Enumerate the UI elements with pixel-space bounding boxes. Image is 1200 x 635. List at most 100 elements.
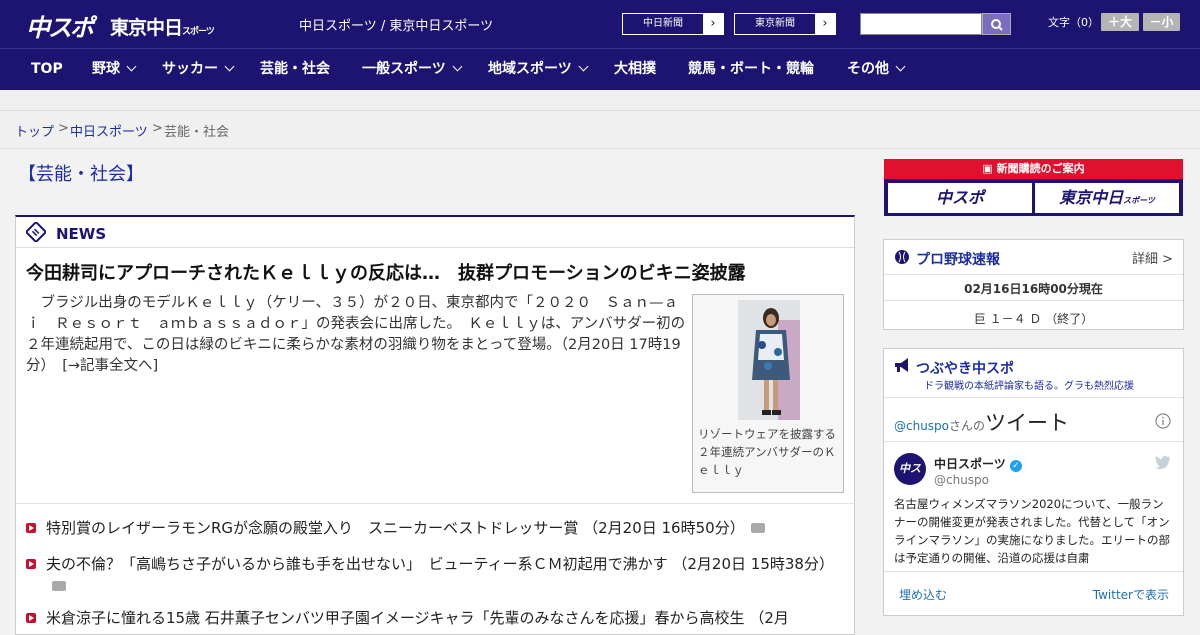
nav-label: 大相撲 [614,61,656,77]
top-story-headline[interactable]: 今田耕司にアプローチされたＫｅｌｌｙの反応は… 抜群プロモーションのビキニ姿披露 [26,259,846,285]
subscription-banner[interactable]: ▣ 新聞購読のご案内 中スポ 東京中日スポーツ [884,159,1183,216]
search-input[interactable] [860,13,982,35]
twitter-handle-link[interactable]: @chuspo [894,419,949,433]
nav-item-local-sports[interactable]: 地域スポーツ [488,49,589,91]
divider [884,300,1183,301]
nav-label: 野球 [92,61,120,77]
nav-item-top[interactable]: TOP [31,49,63,91]
breadcrumb-separator: > [152,121,163,136]
nav-label: サッカー [162,61,218,77]
chuspo-logo[interactable]: 中スポ [26,8,94,43]
tokyo-logo-text: 東京中日 [110,17,183,39]
tweets-widget: つぶやき中スポ ドラ観戦の本紙評論家も語る。グラも熱烈応援 @chuspoさんの… [883,348,1184,616]
camera-icon [52,581,66,591]
baseball-detail-link[interactable]: 詳細 > [1132,248,1173,267]
megaphone-icon [895,358,908,372]
bullet-arrow-icon [26,559,36,569]
top-bar: 中スポ 東京中日スポーツ 中日スポーツ / 東京中日スポーツ 中日新聞 › 東京… [0,0,1200,48]
chevron-down-icon [578,61,589,72]
subscription-title-text: 新聞購読のご案内 [996,162,1085,175]
text-size-label: 文字（0） [1048,16,1099,29]
subscription-title: ▣ 新聞購読のご案内 [884,159,1183,179]
twitter-timeline-header: @chuspoさんのツイート [894,407,1069,437]
news-item-text: 夫の不倫？「高嶋ちさ子がいるから誰も手を出せない」 ビューティー系ＣＭ初起用で沸… [46,555,834,573]
search-icon [991,19,1003,31]
info-icon[interactable] [1155,413,1171,429]
header-spacer [0,90,1200,111]
nav-label: その他 [847,61,889,77]
chunichi-shimbun-label: 中日新聞 [643,18,683,29]
news-label: NEWS [56,225,107,243]
tweet-account-name[interactable]: 中日スポーツ ✓ [934,455,1022,472]
bullet-arrow-icon [26,613,36,623]
view-on-twitter-link[interactable]: Twitterで表示 [1093,586,1169,603]
nav-label: 一般スポーツ [362,61,446,77]
tweet-account-handle[interactable]: @chuspo [934,473,989,487]
tweet-account-name-text: 中日スポーツ [934,457,1006,471]
chuspo-subscribe-button[interactable]: 中スポ [888,183,1032,213]
nav-item-soccer[interactable]: サッカー [162,49,235,91]
news-list-item[interactable]: 夫の不倫？「高嶋ちさ子がいるから誰も手を出せない」 ビューティー系ＣＭ初起用で沸… [26,553,846,597]
chunichi-shimbun-link[interactable]: 中日新聞 › [622,13,724,35]
tokyo-shimbun-link[interactable]: 東京新聞 › [734,13,836,35]
chevron-down-icon [126,61,137,72]
avatar[interactable]: 中ス [894,453,926,485]
top-story-photo-box[interactable]: リゾートウェアを披露する２年連続アンバサダーのＫｅｌｌｙ [692,294,844,493]
divider [884,274,1183,275]
baseball-score[interactable]: 巨 １－４ Ｄ （終了） [884,310,1183,327]
baseball-timestamp: 02月16日16時00分現在 [964,282,1103,296]
news-item-text: 米倉涼子に憧れる15歳 石井薫子センバツ甲子園イメージキャラ「先輩のみなさんを応… [46,609,789,627]
nav-item-other[interactable]: その他 [847,49,906,91]
tweets-widget-subtitle: ドラ観戦の本紙評論家も語る。グラも熱烈応援 [924,381,1134,392]
breadcrumb: トップ > 中日スポーツ > 芸能・社会 [0,111,1200,149]
model-photo-illustration [738,300,800,420]
tweets-word: ツイート [985,411,1070,435]
baseball-scores-widget: プロ野球速報 詳細 > 02月16日16時00分現在 巨 １－４ Ｄ （終了） [883,239,1184,330]
bullet-arrow-icon [26,523,36,533]
top-story-photo[interactable] [738,300,800,420]
breadcrumb-chuspo[interactable]: 中日スポーツ [70,121,148,140]
nav-item-entertainment[interactable]: 芸能・社会 [260,49,330,91]
tokyo-chunichi-label: 東京中日 [1059,188,1124,207]
tokyo-logo-small: スポーツ [182,27,215,37]
nav-label: 芸能・社会 [260,61,330,77]
tweet-text[interactable]: 名古屋ウィメンズマラソン2020について、一般ランナーの開催変更が発表されました… [894,495,1174,569]
nav-item-sumo[interactable]: 大相撲 [614,49,656,91]
nav-label: 地域スポーツ [488,61,572,77]
tweets-widget-title: つぶやき中スポ [916,361,1014,377]
nav-label: TOP [31,61,63,77]
twitter-handle-suffix: さんの [949,419,986,433]
breadcrumb-current: 芸能・社会 [164,125,230,140]
search-button[interactable] [982,13,1011,35]
divider [884,571,1183,572]
top-story-lead[interactable]: ブラジル出身のモデルＫｅｌｌｙ（ケリー、３５）が２０日、東京都内で「２０２０ Ｓ… [26,293,686,377]
chevron-right-icon: › [703,14,723,34]
news-panel: NEWS 今田耕司にアプローチされたＫｅｌｌｙの反応は… 抜群プロモーションのビ… [15,215,855,635]
nav-label: 競馬・ボート・競輪 [688,61,814,77]
chevron-down-icon [895,61,906,72]
embed-link[interactable]: 埋め込む [899,586,947,603]
nav-item-baseball[interactable]: 野球 [92,49,137,91]
baseball-widget-title[interactable]: プロ野球速報 [916,249,1000,269]
chevron-down-icon [452,61,463,72]
text-size-smaller-button[interactable]: －小 [1143,13,1180,31]
tokyo-chunichi-subscribe-button[interactable]: 東京中日スポーツ [1035,183,1179,213]
nav-item-racing[interactable]: 競馬・ボート・競輪 [688,49,814,91]
news-list-item[interactable]: 特別賞のレイザーラモンRGが念願の殿堂入り スニーカーベストドレッサー賞 （2月… [26,517,846,539]
breadcrumb-top[interactable]: トップ [15,121,54,140]
news-list-item[interactable]: 米倉涼子に憧れる15歳 石井薫子センバツ甲子園イメージキャラ「先輩のみなさんを応… [26,607,846,629]
divider [884,397,1183,398]
twitter-bird-icon[interactable] [1155,455,1171,469]
news-item-text: 特別賞のレイザーラモンRGが念願の殿堂入り スニーカーベストドレッサー賞 （2月… [46,519,745,537]
nav-item-general-sports[interactable]: 一般スポーツ [362,49,463,91]
text-size-larger-button[interactable]: ＋大 [1101,13,1139,31]
tokyo-chunichi-logo[interactable]: 東京中日スポーツ [110,13,215,40]
site-title[interactable]: 中日スポーツ / 東京中日スポーツ [299,15,493,34]
tokyo-shimbun-label: 東京新聞 [755,18,795,29]
divider [884,441,1183,442]
chevron-down-icon [224,61,235,72]
main-nav: TOP 野球 サッカー 芸能・社会 一般スポーツ 地域スポーツ 大相撲 競馬・ボ… [0,48,1200,90]
breadcrumb-separator: > [58,121,69,136]
divider [16,503,854,504]
news-header: NEWS [16,217,854,248]
